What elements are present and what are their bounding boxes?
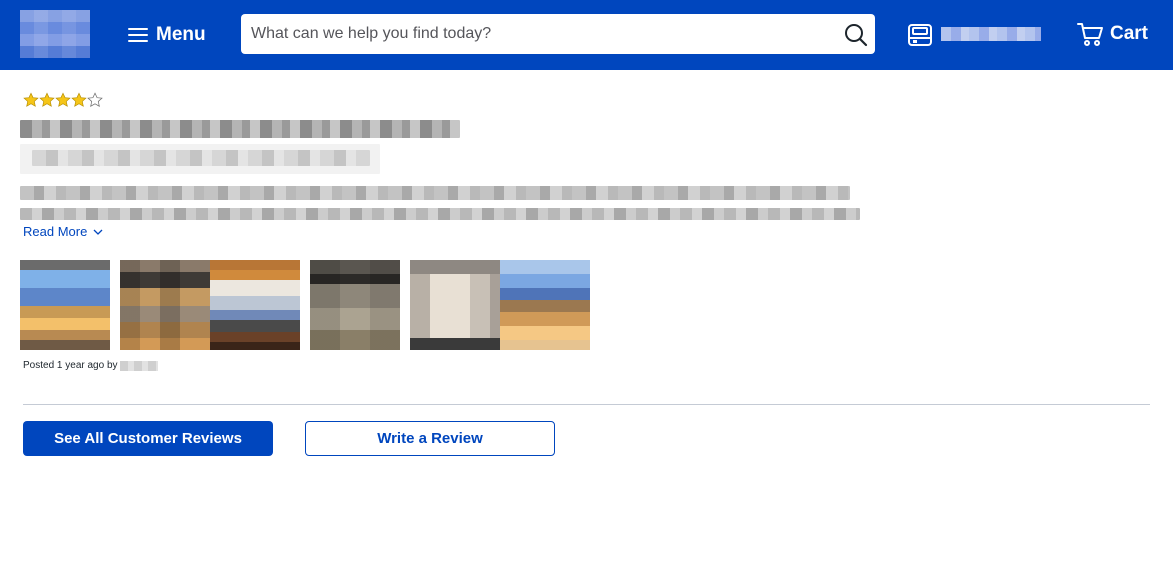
section-divider bbox=[23, 404, 1150, 405]
read-more-label: Read More bbox=[23, 224, 88, 239]
reviewer-name[interactable] bbox=[119, 360, 158, 371]
site-header: Menu Cart bbox=[0, 0, 1173, 70]
cart-icon bbox=[1077, 23, 1103, 46]
store-selector[interactable] bbox=[907, 20, 1041, 48]
star-filled-icon bbox=[39, 92, 55, 107]
star-filled-icon bbox=[23, 92, 39, 107]
star-filled-icon bbox=[71, 92, 87, 107]
store-icon bbox=[908, 24, 932, 46]
hamburger-icon bbox=[128, 27, 150, 43]
review-photo-thumbnail[interactable] bbox=[120, 260, 210, 350]
review-photo-thumbnail[interactable] bbox=[310, 260, 400, 350]
write-review-button[interactable]: Write a Review bbox=[305, 421, 555, 456]
review-title bbox=[20, 120, 460, 138]
see-all-reviews-button[interactable]: See All Customer Reviews bbox=[23, 421, 273, 456]
review-photo-thumbnail[interactable] bbox=[500, 260, 590, 350]
search-bar bbox=[241, 14, 875, 54]
review-photo-thumbnail[interactable] bbox=[210, 260, 300, 350]
menu-label: Menu bbox=[156, 24, 206, 45]
review-photo-thumbnail[interactable] bbox=[410, 260, 500, 350]
cart-label: Cart bbox=[1110, 23, 1149, 44]
review-body-line bbox=[20, 186, 850, 200]
brand-logo[interactable] bbox=[20, 10, 90, 58]
search-icon bbox=[845, 24, 868, 47]
star-filled-icon bbox=[55, 92, 71, 107]
cart-button[interactable]: Cart bbox=[1076, 20, 1148, 48]
chevron-down-icon bbox=[93, 229, 103, 235]
star-empty-icon bbox=[87, 92, 103, 107]
review-photo-thumbnail[interactable] bbox=[20, 260, 110, 350]
review-posted: Posted 1 year ago by bbox=[23, 360, 158, 371]
read-more-link[interactable]: Read More bbox=[23, 224, 103, 239]
menu-button[interactable]: Menu bbox=[128, 22, 206, 48]
star-rating bbox=[23, 92, 103, 108]
search-button[interactable] bbox=[843, 22, 869, 48]
review-body-line bbox=[20, 208, 860, 220]
store-name bbox=[941, 27, 1041, 41]
review-meta-text bbox=[32, 150, 370, 166]
posted-text: Posted 1 year ago by bbox=[23, 360, 118, 371]
search-input[interactable] bbox=[241, 14, 831, 54]
